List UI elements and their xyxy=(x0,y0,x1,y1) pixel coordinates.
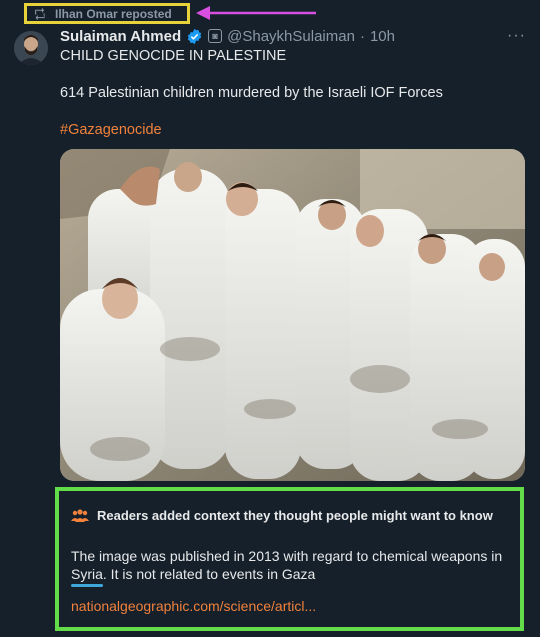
post-text-line-1: CHILD GENOCIDE IN PALESTINE xyxy=(60,48,287,64)
people-icon xyxy=(71,508,89,522)
author-handle[interactable]: @ShaykhSulaiman xyxy=(227,28,355,45)
post-image[interactable] xyxy=(60,149,525,481)
community-notes-box[interactable]: Readers added context they thought peopl… xyxy=(55,487,524,631)
text-underline xyxy=(71,584,103,587)
repost-label: Ilhan Omar reposted xyxy=(55,6,172,21)
post-photo xyxy=(60,149,525,481)
hashtag-link[interactable]: #Gazagenocide xyxy=(60,122,162,138)
author-name[interactable]: Sulaiman Ahmed xyxy=(60,28,181,45)
arrow-icon xyxy=(196,6,316,20)
verified-badge-icon[interactable] xyxy=(186,28,203,45)
separator-dot: · xyxy=(359,27,365,45)
avatar-image xyxy=(14,31,48,65)
community-notes-body: The image was published in 2013 with reg… xyxy=(71,548,503,582)
post-timestamp[interactable]: 10h xyxy=(370,28,395,45)
post-text-line-2: 614 Palestinian children murdered by the… xyxy=(60,85,443,101)
more-icon[interactable]: ··· xyxy=(507,27,526,45)
affiliate-badge-icon[interactable]: ◙ xyxy=(208,29,223,43)
repost-indicator[interactable]: Ilhan Omar reposted xyxy=(24,3,190,24)
source-link[interactable]: nationalgeographic.com/science/articl... xyxy=(71,598,316,614)
community-notes-header: Readers added context they thought peopl… xyxy=(71,508,493,523)
post-header: Sulaiman Ahmed ◙ @ShaykhSulaiman · 10h ·… xyxy=(60,26,526,46)
repost-icon xyxy=(35,7,45,20)
avatar[interactable] xyxy=(14,31,48,65)
community-notes-heading: Readers added context they thought peopl… xyxy=(97,508,493,523)
